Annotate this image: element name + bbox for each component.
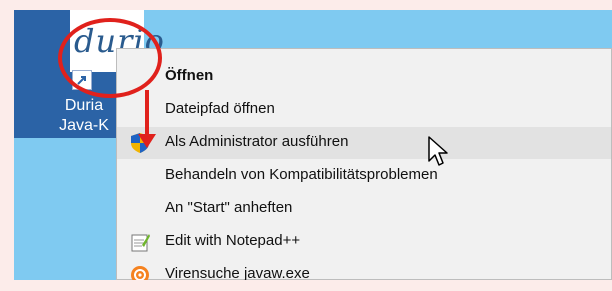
menu-item-label: An "Start" anheften [165, 199, 293, 216]
desktop: durio Duria Java-K Öffnen Dateipfad öffn… [14, 10, 612, 280]
notepad-plus-plus-icon [129, 231, 151, 253]
menu-item-virensuche[interactable]: Virensuche javaw.exe [117, 259, 611, 280]
annotation-arrow-shaft [145, 90, 149, 136]
menu-item-edit-with-notepad[interactable]: Edit with Notepad++ [117, 226, 611, 258]
menu-item-label: Dateipfad öffnen [165, 100, 275, 117]
annotation-circle [58, 18, 162, 98]
menu-item-an-start-anheften[interactable]: An "Start" anheften [117, 193, 611, 225]
context-menu: Öffnen Dateipfad öffnen Als Administrato… [116, 48, 612, 280]
menu-item-label: Behandeln von Kompatibilitätsproblemen [165, 166, 438, 183]
mouse-cursor-icon [426, 134, 450, 168]
menu-item-dateipfad-oeffnen[interactable]: Dateipfad öffnen [117, 94, 611, 126]
menu-item-label: Als Administrator ausführen [165, 133, 349, 150]
menu-item-kompatibilitaetsprobleme[interactable]: Behandeln von Kompatibilitätsproblemen [117, 160, 611, 192]
antivirus-icon [129, 264, 151, 280]
menu-item-oeffnen[interactable]: Öffnen [117, 61, 611, 93]
menu-item-label: Edit with Notepad++ [165, 232, 301, 249]
annotation-arrow-head [138, 134, 156, 148]
menu-item-label: Öffnen [165, 67, 214, 84]
menu-item-als-administrator-ausfuehren[interactable]: Als Administrator ausführen [117, 127, 611, 159]
menu-item-label: Virensuche javaw.exe [165, 265, 310, 280]
